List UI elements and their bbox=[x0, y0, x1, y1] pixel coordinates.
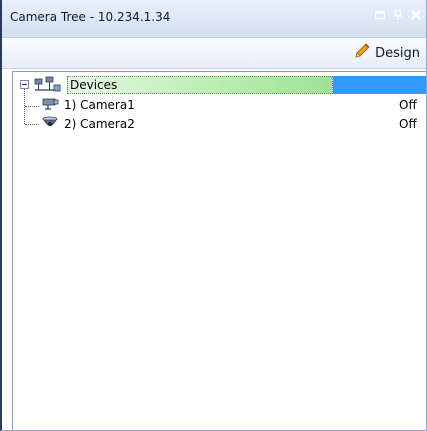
collapse-toggle-icon[interactable] bbox=[20, 80, 29, 89]
tree-node-label: Devices bbox=[70, 78, 118, 92]
close-icon[interactable] bbox=[410, 9, 422, 21]
camera-tree-window: Camera Tree - 10.234.1.34 Design Devices… bbox=[0, 0, 427, 431]
camera-tree[interactable]: Devices 1) Camera1 Off 2) Camera2 Off bbox=[12, 71, 426, 430]
camera-label: 1) Camera1 bbox=[64, 98, 135, 112]
title-bar[interactable]: Camera Tree - 10.234.1.34 bbox=[2, 0, 426, 38]
window-restore-icon[interactable] bbox=[374, 9, 386, 21]
tree-node-camera1[interactable]: 1) Camera1 Off bbox=[13, 96, 426, 115]
tree-node-devices[interactable]: Devices bbox=[13, 76, 426, 97]
selection-status-highlight bbox=[333, 76, 426, 94]
tree-node-camera2[interactable]: 2) Camera2 Off bbox=[13, 115, 426, 134]
devices-network-icon bbox=[33, 76, 63, 97]
window-title: Camera Tree - 10.234.1.34 bbox=[10, 10, 171, 24]
camera-label: 2) Camera2 bbox=[64, 117, 135, 131]
camera-status: Off bbox=[399, 117, 417, 131]
title-controls bbox=[374, 9, 422, 21]
toolbar: Design bbox=[2, 38, 426, 69]
design-label: Design bbox=[375, 45, 420, 61]
pin-icon[interactable] bbox=[392, 9, 404, 21]
dome-camera-icon bbox=[41, 115, 61, 134]
box-camera-icon bbox=[41, 96, 61, 115]
pencil-icon bbox=[353, 42, 371, 64]
design-button[interactable]: Design bbox=[353, 43, 420, 63]
camera-status: Off bbox=[399, 98, 417, 112]
